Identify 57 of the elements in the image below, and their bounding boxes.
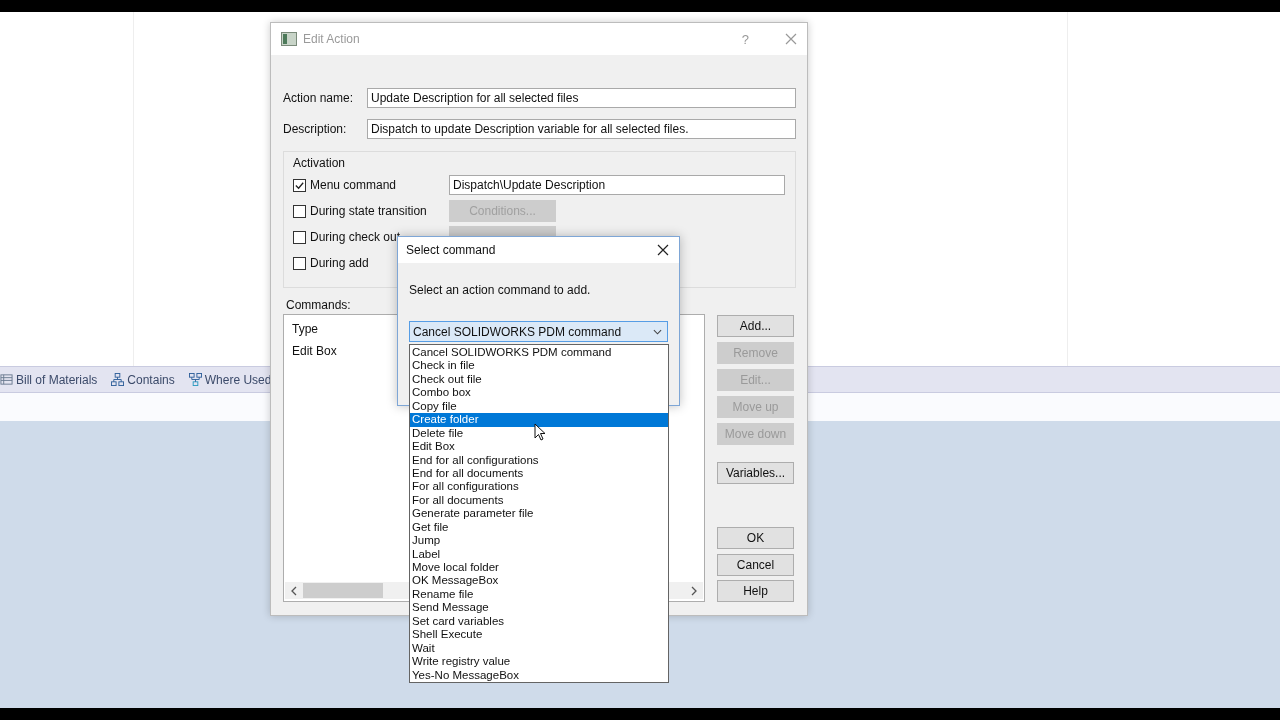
dialog-button[interactable]: Variables... [717, 462, 794, 484]
close-icon[interactable] [657, 244, 669, 256]
checkbox[interactable] [293, 230, 306, 244]
dropdown-option[interactable]: Get file [410, 520, 668, 535]
description-field[interactable]: Dispatch to update Description variable for all selected files. [367, 119, 796, 139]
dropdown-option[interactable]: Cancel SOLIDWORKS PDM command [410, 346, 668, 360]
menu-path-field[interactable]: Dispatch\Update Description [449, 175, 785, 195]
dropdown-option[interactable]: End for all configurations [410, 453, 668, 467]
checkbox-label[interactable]: Menu command [310, 178, 397, 192]
dropdown-option[interactable]: Copy file [410, 399, 668, 414]
dropdown-option[interactable]: Edit Box [410, 440, 668, 454]
hierarchy-icon [188, 373, 202, 386]
dropdown-option[interactable]: For all documents [410, 493, 668, 508]
dialog-button[interactable]: OK [717, 527, 794, 549]
list-icon [0, 373, 13, 386]
dropdown-option[interactable]: Generate parameter file [410, 507, 668, 521]
checkbox[interactable] [293, 256, 306, 270]
command-dropdown[interactable]: Cancel SOLIDWORKS PDM command [409, 321, 668, 342]
hierarchy-icon [111, 373, 125, 386]
dropdown-option[interactable]: Create folder [410, 413, 668, 427]
dropdown-option[interactable]: Jump [410, 534, 668, 548]
dialog-button[interactable]: Help [717, 580, 794, 602]
dropdown-option[interactable]: Send Message [410, 601, 668, 615]
dropdown-option[interactable]: Check in file [410, 359, 668, 373]
scroll-right-icon[interactable] [690, 585, 698, 596]
window-icon [281, 32, 297, 46]
dropdown-option[interactable]: Wait [410, 641, 668, 656]
dropdown-option[interactable]: Label [410, 547, 668, 561]
dropdown-option[interactable]: Write registry value [410, 655, 668, 669]
dropdown-option[interactable]: Check out file [410, 372, 668, 387]
view-tab[interactable]: Contains [111, 372, 175, 387]
dropdown-option[interactable]: OK MessageBox [410, 574, 668, 588]
dialog-button[interactable]: Cancel [717, 554, 794, 576]
prompt-text: Select an action command to add. [409, 283, 592, 297]
dialog-button[interactable]: Add... [717, 315, 794, 337]
field-label: Description: [283, 122, 348, 136]
dropdown-option[interactable]: End for all documents [410, 466, 668, 481]
window-title: Select command [406, 243, 497, 257]
dropdown-option[interactable]: Shell Execute [410, 628, 668, 642]
dropdown-option[interactable]: For all configurations [410, 480, 668, 494]
dropdown-option[interactable]: Rename file [410, 587, 668, 602]
dropdown-option[interactable]: Delete file [410, 426, 668, 441]
checkbox[interactable] [293, 178, 306, 192]
view-tab[interactable]: Bill of Materials [0, 372, 98, 387]
window-title: Edit Action [303, 32, 361, 46]
dropdown-option[interactable]: Set card variables [410, 614, 668, 629]
action-name-field[interactable]: Update Description for all selected files [367, 88, 796, 108]
dropdown-option[interactable]: Move local folder [410, 561, 668, 575]
group-title: Activation [293, 155, 347, 172]
scroll-left-icon[interactable] [290, 585, 298, 596]
commands-label: Commands: [285, 297, 352, 314]
caret-icon [653, 328, 662, 335]
checkbox-label[interactable]: During add [310, 256, 369, 270]
dropdown-option[interactable]: Yes-No MessageBox [410, 668, 668, 682]
dropdown-option[interactable]: Combo box [410, 386, 668, 400]
field-label: Action name: [283, 91, 355, 105]
cursor-icon [534, 423, 546, 441]
